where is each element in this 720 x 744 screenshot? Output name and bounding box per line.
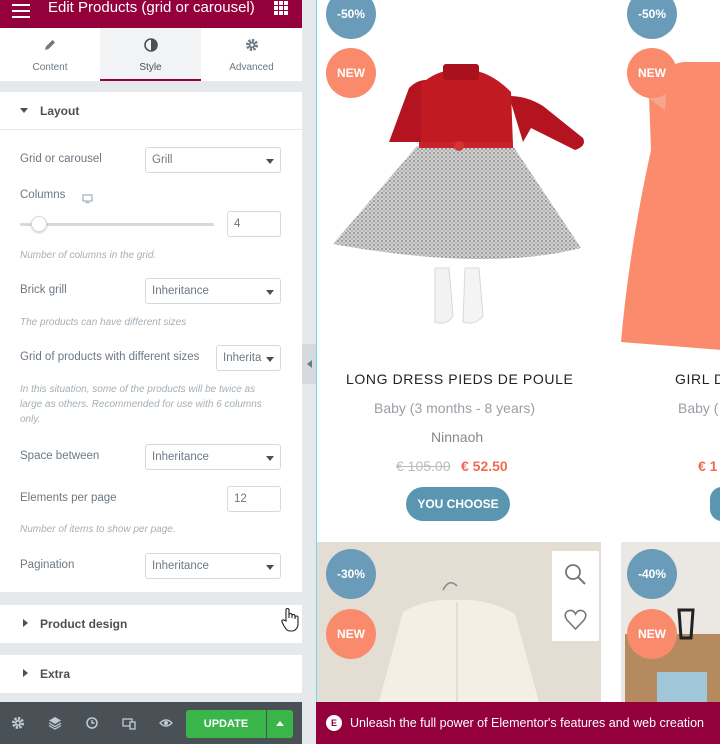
new-badge: NEW [627,609,677,659]
product-design-header: Product design [0,605,302,643]
product-name-1[interactable]: LONG DRESS PIEDS DE POULE [346,371,573,387]
chevron-down-icon [266,159,274,164]
panel-header: Edit Products (grid or carousel) [0,0,302,28]
chevron-down-icon [266,290,274,295]
discount-badge: -40% [627,549,677,599]
product-category-2[interactable]: Baby ( [678,400,718,416]
layout-section-title: Layout [40,104,80,118]
extra-title: Extra [40,667,71,681]
new-badge: NEW [326,609,376,659]
hand-cursor-icon [280,607,300,638]
product-design-title: Product design [40,617,128,631]
history-icon[interactable] [85,716,99,730]
grid-or-carousel-label: Grid or carousel [20,153,102,165]
responsive-mode-icon[interactable] [122,716,136,730]
chevron-down-icon [266,357,274,362]
gear-icon [201,38,302,62]
diff-sizes-label: Grid of products with different sizes [20,351,200,363]
brick-grill-note: The products can have different sizes [20,317,187,328]
panel-tabs: Content Style Advanced [0,28,302,82]
promo-text: Unleash the full power of Elementor's fe… [350,716,704,730]
you-choose-button-2[interactable] [710,487,720,521]
product-image-1[interactable]: -50% NEW [317,0,609,360]
columns-input[interactable]: 4 [227,211,281,237]
update-options-button[interactable] [267,710,293,738]
quick-view-button[interactable] [552,551,599,598]
tab-style[interactable]: Style [100,28,201,81]
new-badge: NEW [326,48,376,98]
pagination-select[interactable]: Inheritance [145,553,281,579]
promo-banner[interactable]: E Unleash the full power of Elementor's … [316,702,720,744]
tab-content-label: Content [32,62,68,73]
product-category-1[interactable]: Baby (3 months - 8 years) [374,400,535,416]
tab-advanced-label: Advanced [229,62,274,73]
product-design-section[interactable]: Product design [0,605,302,643]
elements-per-page-note: Number of items to show per page. [20,524,176,535]
brick-grill-label: Brick grill [20,284,67,296]
caret-right-icon [23,669,28,677]
product-old-price-1: € 105.00 [396,458,451,474]
columns-slider-handle[interactable] [31,216,48,232]
product-price-1: € 52.50 [461,458,508,474]
chevron-down-icon [266,456,274,461]
chevron-left-icon [307,360,312,368]
tab-content[interactable]: Content [0,28,100,81]
space-between-label: Space between [20,450,100,462]
product-image-3[interactable]: -30% NEW [317,542,601,702]
panel-title: Edit Products (grid or carousel) [48,0,255,16]
widgets-grid-icon[interactable] [274,1,288,15]
elements-per-page-input[interactable]: 12 [227,486,281,512]
pagination-value: Inheritance [152,560,209,572]
layout-section-header[interactable]: Layout [0,92,302,130]
product-brand-1[interactable]: Ninnaoh [431,429,483,445]
caret-up-icon [276,721,284,726]
grid-or-carousel-select[interactable]: Grill [145,147,281,173]
half-circle-icon [100,38,201,62]
space-between-select[interactable]: Inheritance [145,444,281,470]
collapse-panel-button[interactable] [302,344,316,384]
chevron-down-icon [266,565,274,570]
settings-gear-icon[interactable] [11,716,25,730]
caret-right-icon [23,619,28,627]
pencil-icon [0,38,100,62]
caret-down-icon [20,108,28,113]
extra-section[interactable]: Extra [0,655,302,693]
preview-eye-icon[interactable] [159,716,173,730]
columns-note: Number of columns in the grid. [20,250,157,261]
columns-label: Columns [20,189,66,201]
product-name-2[interactable]: GIRL D [675,371,720,387]
update-button[interactable]: UPDATE [186,710,266,738]
diff-sizes-note: In this situation, some of the products … [20,384,262,425]
tab-advanced[interactable]: Advanced [201,28,302,81]
magnifier-icon [565,564,586,585]
product-image-4[interactable]: -40% NEW [621,542,720,702]
layers-icon[interactable] [48,716,62,730]
heart-icon [564,609,587,631]
layout-section: Layout Grid or carousel Grill Columns 4 … [0,92,302,592]
grid-or-carousel-value: Grill [152,154,173,166]
diff-sizes-select[interactable]: Inherita [216,345,281,371]
elementor-logo-icon: E [326,715,342,731]
discount-badge: -30% [326,549,376,599]
pagination-label: Pagination [20,559,75,571]
new-badge: NEW [627,48,677,98]
product-image-2[interactable]: -50% NEW [621,0,720,358]
tab-style-label: Style [139,62,162,73]
elements-per-page-label: Elements per page [20,492,117,504]
wishlist-button[interactable] [552,598,599,641]
columns-slider-track[interactable] [20,223,214,226]
menu-icon[interactable] [12,4,30,18]
product-price-2: € 1 [698,458,718,474]
diff-sizes-value: Inherita [223,352,262,364]
elementor-editor: { "topbar": {"title": "Edit Products (gr… [0,0,720,744]
desktop-icon[interactable] [82,191,93,209]
brick-grill-value: Inheritance [152,285,209,297]
you-choose-button[interactable]: YOU CHOOSE [406,487,510,521]
extra-header: Extra [0,655,302,693]
panel-footer: UPDATE [0,702,302,744]
brick-grill-select[interactable]: Inheritance [145,278,281,304]
editor-panel: Edit Products (grid or carousel) Content… [0,0,302,744]
page-preview: -50% NEW LONG DRESS PIEDS DE POULE Baby … [316,0,720,744]
space-between-value: Inheritance [152,451,209,463]
